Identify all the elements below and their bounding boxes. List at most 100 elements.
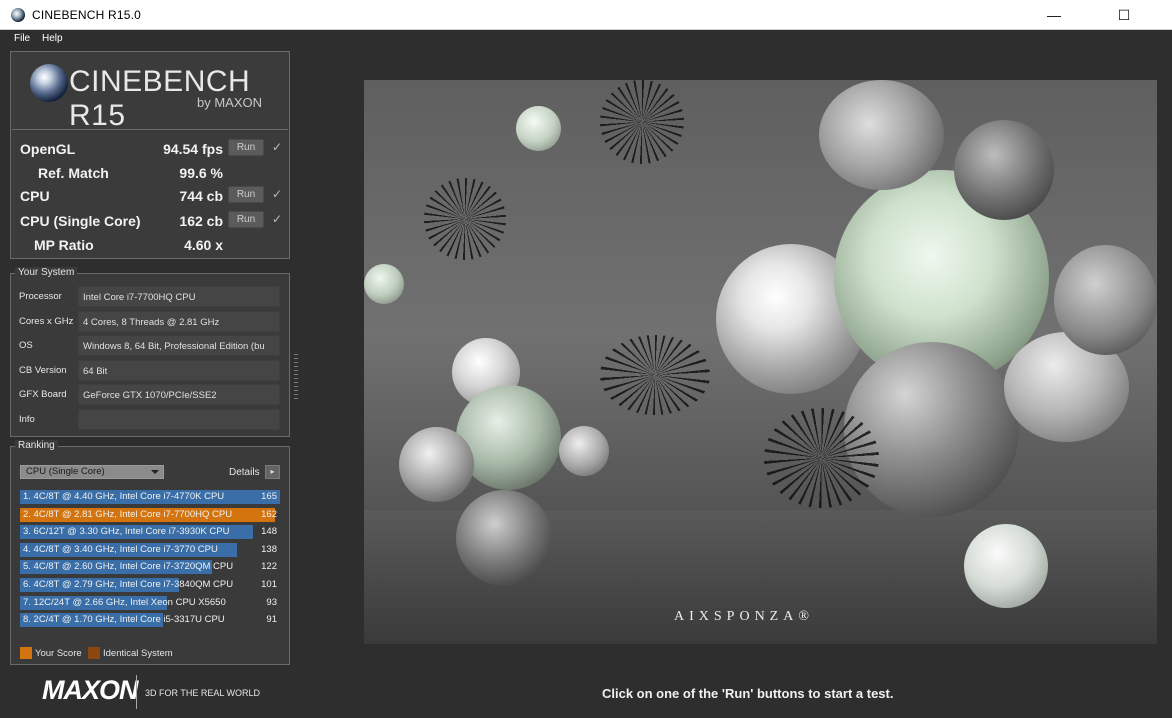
minimize-button[interactable]: — [1031, 0, 1077, 30]
ranking-item-score: 162 [261, 508, 277, 520]
ranking-item[interactable]: 4. 4C/8T @ 3.40 GHz, Intel Core i7-3770 … [20, 542, 280, 558]
system-row-label: Info [19, 414, 35, 425]
score-row-mp-ratio: MP Ratio 4.60 x [12, 233, 288, 257]
aixsponza-watermark: AIXSPONZA® [674, 609, 814, 624]
cpu-label: CPU [20, 188, 50, 204]
details-button[interactable]: ▸ [265, 465, 280, 479]
system-row-value[interactable]: Intel Core i7-7700HQ CPU [78, 286, 280, 307]
opengl-value: 94.54 fps [163, 141, 223, 157]
ranking-item-label: 6. 4C/8T @ 2.79 GHz, Intel Core i7-3840Q… [23, 579, 234, 590]
score-row-cpu: CPU 744 cb Run ✓ [12, 184, 288, 208]
ranking-mode-select[interactable]: CPU (Single Core) [20, 465, 164, 479]
system-row-value[interactable]: GeForce GTX 1070/PCIe/SSE2 [78, 384, 280, 405]
system-row-label: GFX Board [19, 389, 67, 400]
chevron-down-icon [151, 470, 159, 474]
cpu-value: 744 cb [179, 188, 223, 204]
cinebench-app-icon [11, 8, 25, 22]
render-sphere [559, 426, 609, 476]
ranking-item[interactable]: 6. 4C/8T @ 2.79 GHz, Intel Core i7-3840Q… [20, 577, 280, 593]
cpu-single-value: 162 cb [179, 213, 223, 229]
render-starburst [764, 408, 879, 508]
score-row-opengl: OpenGL 94.54 fps Run ✓ [12, 137, 288, 161]
logo-subtitle: by MAXON [197, 95, 263, 110]
render-starburst [600, 80, 684, 164]
cpu-single-check-icon[interactable]: ✓ [272, 212, 282, 226]
system-row-cb-version: CB Version 64 Bit [11, 360, 289, 381]
system-row-label: Cores x GHz [19, 316, 74, 327]
status-message: Click on one of the 'Run' buttons to sta… [602, 686, 894, 701]
footer-divider [136, 675, 137, 709]
mp-ratio-label: MP Ratio [34, 237, 94, 253]
details-label: Details [229, 467, 260, 478]
score-list: OpenGL 94.54 fps Run ✓ Ref. Match 99.6 %… [12, 129, 288, 257]
splitter-handle[interactable] [294, 354, 298, 402]
run-cpu-button[interactable]: Run [228, 186, 264, 203]
ranking-item-label: 8. 2C/4T @ 1.70 GHz, Intel Core i5-3317U… [23, 614, 225, 626]
identical-system-swatch [88, 647, 100, 659]
ranking-panel-title: Ranking [15, 440, 58, 451]
maximize-button[interactable]: ☐ [1101, 0, 1147, 30]
render-viewport: AIXSPONZA® [364, 80, 1157, 644]
system-row-label: Processor [19, 291, 62, 302]
system-row-value[interactable]: 4 Cores, 8 Threads @ 2.81 GHz [78, 311, 280, 332]
ranking-item-score: 122 [261, 561, 277, 573]
maxon-logo: MAXON [42, 675, 138, 705]
menu-bar: File Help [0, 30, 1172, 48]
your-score-legend: Your Score [35, 648, 82, 659]
ranking-list: 1. 4C/8T @ 4.40 GHz, Intel Core i7-4770K… [20, 489, 280, 629]
ranking-item-score: 101 [261, 579, 277, 590]
run-opengl-button[interactable]: Run [228, 139, 264, 156]
score-row-cpu-single: CPU (Single Core) 162 cb Run ✓ [12, 209, 288, 233]
cpu-check-icon[interactable]: ✓ [272, 187, 282, 201]
render-sphere [399, 427, 474, 502]
info-input[interactable] [78, 409, 280, 430]
run-cpu-single-button[interactable]: Run [228, 211, 264, 228]
ranking-item-label: 5. 4C/8T @ 2.60 GHz, Intel Core i7-3720Q… [23, 561, 234, 573]
render-sphere [1054, 245, 1157, 355]
ranking-item[interactable]: 7. 12C/24T @ 2.66 GHz, Intel Xeon CPU X5… [20, 595, 280, 611]
render-sphere [954, 120, 1054, 220]
system-panel: Your System Processor Intel Core i7-7700… [10, 267, 290, 437]
system-row-os: OS Windows 8, 64 Bit, Professional Editi… [11, 335, 289, 356]
ranking-item-label: 7. 12C/24T @ 2.66 GHz, Intel Xeon CPU X5… [23, 596, 226, 608]
system-panel-title: Your System [15, 267, 78, 278]
opengl-label: OpenGL [20, 141, 76, 157]
refmatch-label: Ref. Match [38, 165, 109, 181]
ranking-item-label: 1. 4C/8T @ 4.40 GHz, Intel Core i7-4770K… [23, 491, 225, 502]
refmatch-value: 99.6 % [179, 165, 223, 181]
system-row-value[interactable]: Windows 8, 64 Bit, Professional Edition … [78, 335, 280, 356]
ranking-item-score: 148 [261, 526, 277, 538]
score-row-refmatch: Ref. Match 99.6 % [12, 161, 288, 185]
menu-file[interactable]: File [14, 33, 30, 44]
ranking-item-score: 93 [266, 596, 277, 608]
ranking-item-label: 2. 4C/8T @ 2.81 GHz, Intel Core i7-7700H… [23, 508, 233, 520]
ranking-item[interactable]: 1. 4C/8T @ 4.40 GHz, Intel Core i7-4770K… [20, 489, 280, 505]
your-score-swatch [20, 647, 32, 659]
render-starburst [424, 178, 506, 260]
render-sphere [844, 342, 1019, 517]
ranking-item-score: 91 [266, 614, 277, 626]
render-sphere [964, 524, 1048, 608]
system-row-label: OS [19, 340, 33, 351]
ranking-item-score: 165 [261, 491, 277, 502]
ranking-item[interactable]: 5. 4C/8T @ 2.60 GHz, Intel Core i7-3720Q… [20, 559, 280, 575]
render-sphere [456, 490, 552, 586]
opengl-check-icon[interactable]: ✓ [272, 140, 282, 154]
ranking-item[interactable]: 8. 2C/4T @ 1.70 GHz, Intel Core i5-3317U… [20, 612, 280, 628]
ranking-item-score: 138 [261, 543, 277, 555]
render-sphere [516, 106, 561, 151]
title-bar: CINEBENCH R15.0 — ☐ [0, 0, 1172, 30]
identical-system-legend: Identical System [103, 648, 173, 659]
ranking-item[interactable]: 3. 6C/12T @ 3.30 GHz, Intel Core i7-3930… [20, 524, 280, 540]
system-row-value[interactable]: 64 Bit [78, 360, 280, 381]
menu-help[interactable]: Help [42, 33, 63, 44]
cpu-single-label: CPU (Single Core) [20, 213, 141, 229]
mp-ratio-value: 4.60 x [184, 237, 223, 253]
system-row-label: CB Version [19, 365, 67, 376]
system-row-gfx-board: GFX Board GeForce GTX 1070/PCIe/SSE2 [11, 384, 289, 405]
ranking-item-label: 4. 4C/8T @ 3.40 GHz, Intel Core i7-3770 … [23, 543, 218, 555]
render-sphere [364, 264, 404, 304]
system-row-processor: Processor Intel Core i7-7700HQ CPU [11, 286, 289, 307]
window-title: CINEBENCH R15.0 [32, 8, 142, 22]
ranking-item[interactable]: 2. 4C/8T @ 2.81 GHz, Intel Core i7-7700H… [20, 507, 280, 523]
